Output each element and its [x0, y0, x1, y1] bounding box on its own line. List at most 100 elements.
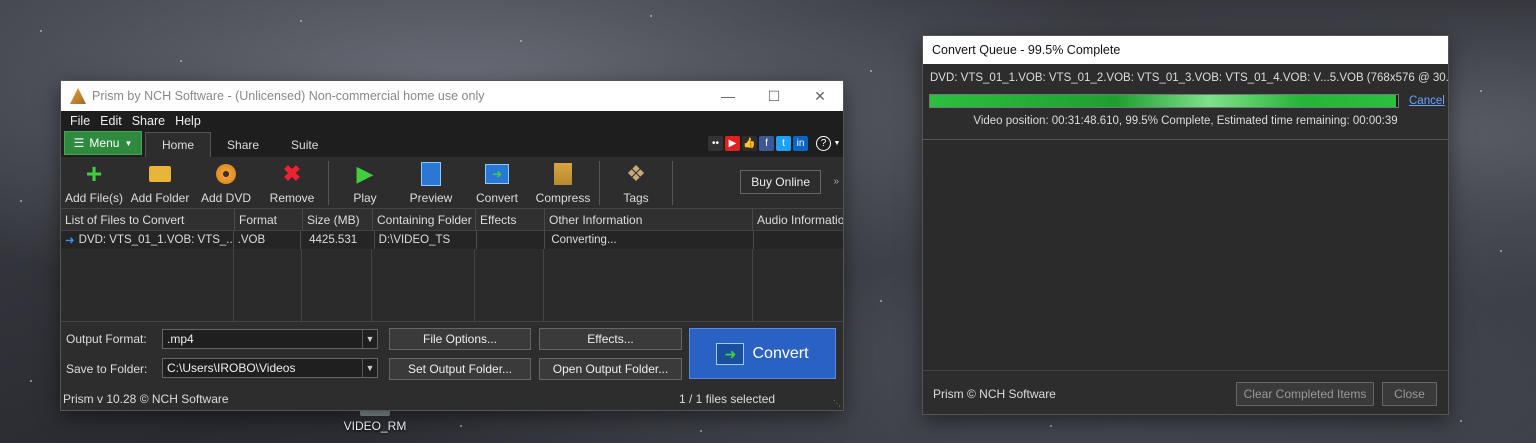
cell-folder: D:\VIDEO_TS — [375, 231, 477, 249]
chevron-down-icon: ▼ — [124, 138, 133, 148]
more-options-icon[interactable]: » — [833, 176, 839, 187]
buy-online-button[interactable]: Buy Online — [740, 170, 821, 194]
output-format-select[interactable]: .mp4 ▼ — [162, 329, 378, 349]
twitter-icon[interactable]: t — [776, 136, 791, 151]
folder-add-icon — [146, 161, 174, 187]
output-format-label: Output Format: — [66, 332, 147, 346]
effects-button[interactable]: Effects... — [539, 328, 682, 350]
convert-icon: ➜ — [716, 342, 745, 365]
convert-button[interactable]: ➜ Convert — [689, 328, 836, 379]
column-header-size[interactable]: Size (MB) — [303, 209, 373, 230]
menu-share[interactable]: Share — [127, 114, 170, 128]
add-files-button[interactable]: + Add File(s) — [61, 158, 127, 205]
flickr-icon[interactable]: •• — [708, 136, 723, 151]
preview-button[interactable]: Preview — [398, 161, 464, 205]
column-lines — [61, 249, 843, 321]
help-dropdown-icon[interactable]: ▼ — [833, 136, 841, 151]
title-bar[interactable]: Prism by NCH Software - (Unlicensed) Non… — [61, 81, 843, 111]
convert-icon: ➜ — [483, 161, 511, 187]
close-button[interactable]: ✕ — [797, 81, 843, 111]
plus-icon: + — [85, 158, 103, 189]
toolbar-separator — [672, 161, 673, 205]
maximize-button[interactable]: ☐ — [751, 81, 797, 111]
output-panel: Output Format: .mp4 ▼ Save to Folder: C:… — [61, 321, 843, 382]
remove-button[interactable]: ✖ Remove — [259, 161, 325, 205]
menu-edit[interactable]: Edit — [95, 114, 127, 128]
table-row[interactable]: ➜ DVD: VTS_01_1.VOB: VTS_... .VOB 4425.5… — [61, 231, 843, 249]
cancel-link[interactable]: Cancel — [1409, 95, 1445, 107]
cell-file: ➜ DVD: VTS_01_1.VOB: VTS_... — [61, 231, 234, 249]
help-icon[interactable]: ? — [816, 136, 831, 151]
compress-icon — [549, 161, 577, 187]
add-folder-button[interactable]: Add Folder — [127, 161, 193, 205]
preview-icon — [417, 161, 445, 187]
remove-icon: ✖ — [282, 161, 302, 186]
cell-format: .VOB — [234, 231, 302, 249]
menu-bar: File Edit Share Help — [61, 111, 843, 131]
chevron-down-icon: ▼ — [362, 330, 377, 348]
set-output-folder-button[interactable]: Set Output Folder... — [389, 358, 531, 380]
tags-button[interactable]: ❖ Tags — [603, 161, 669, 205]
column-header-audio[interactable]: Audio Information — [753, 209, 843, 230]
column-header-effects[interactable]: Effects — [476, 209, 545, 230]
file-list[interactable]: List of Files to Convert Format Size (MB… — [61, 208, 843, 321]
menu-help[interactable]: Help — [170, 114, 206, 128]
window-title: Prism by NCH Software - (Unlicensed) Non… — [92, 89, 485, 103]
arrow-right-icon: ➜ — [65, 235, 75, 247]
save-folder-select[interactable]: C:\Users\IROBO\Videos ▼ — [162, 358, 378, 378]
minimize-button[interactable]: — — [705, 81, 751, 111]
queue-title[interactable]: Convert Queue - 99.5% Complete — [923, 36, 1448, 64]
tab-share[interactable]: Share — [211, 133, 275, 157]
youtube-icon[interactable]: ▶ — [725, 136, 740, 151]
progress-fill — [930, 95, 1396, 107]
hamburger-icon: ☰ — [73, 136, 85, 150]
social-links: •• ▶ 👍 f t in ? ▼ — [708, 136, 841, 151]
column-header-other[interactable]: Other Information — [545, 209, 753, 230]
facebook-icon[interactable]: f — [759, 136, 774, 151]
ribbon-tabs: ☰ Menu ▼ Home Share Suite •• ▶ 👍 f t in … — [61, 131, 843, 157]
add-dvd-button[interactable]: Add DVD — [193, 161, 259, 205]
tag-icon: ❖ — [626, 161, 646, 186]
cell-other: Converting... — [545, 231, 754, 249]
open-output-folder-button[interactable]: Open Output Folder... — [539, 358, 682, 380]
linkedin-icon[interactable]: in — [793, 136, 808, 151]
close-queue-button[interactable]: Close — [1382, 382, 1437, 406]
tab-home[interactable]: Home — [145, 132, 212, 157]
add-files-label: Add File(s) — [64, 191, 123, 205]
add-dvd-label: Add DVD — [200, 191, 252, 205]
file-list-header: List of Files to Convert Format Size (MB… — [61, 209, 843, 231]
play-button[interactable]: ▶ Play — [332, 161, 398, 205]
queue-footer: Prism © NCH Software — [933, 387, 1056, 401]
cell-audio — [754, 231, 843, 249]
add-folder-label: Add Folder — [130, 191, 190, 205]
prism-window: Prism by NCH Software - (Unlicensed) Non… — [61, 81, 843, 410]
resize-grip-icon[interactable]: ⋱ — [833, 399, 841, 408]
desktop-icon-label: VIDEO_RM — [343, 419, 407, 433]
thumbs-up-icon[interactable]: 👍 — [742, 136, 757, 151]
queue-list[interactable] — [923, 139, 1448, 371]
play-icon: ▶ — [356, 161, 374, 186]
menu-file[interactable]: File — [65, 114, 95, 128]
compress-label: Compress — [535, 191, 591, 205]
play-label: Play — [353, 191, 377, 205]
convert-queue-dialog: Convert Queue - 99.5% Complete DVD: VTS_… — [923, 36, 1448, 414]
convert-toolbar-label: Convert — [475, 191, 519, 205]
cell-size: 4425.531 — [301, 231, 375, 249]
column-header-folder[interactable]: Containing Folder — [373, 209, 476, 230]
tags-label: Tags — [623, 191, 649, 205]
file-options-button[interactable]: File Options... — [389, 328, 531, 350]
clear-completed-button[interactable]: Clear Completed Items — [1236, 382, 1374, 406]
queue-job-info: DVD: VTS_01_1.VOB: VTS_01_2.VOB: VTS_01_… — [930, 72, 1448, 84]
convert-toolbar-button[interactable]: ➜ Convert — [464, 161, 530, 205]
chevron-down-icon: ▼ — [362, 359, 377, 377]
column-header-format[interactable]: Format — [235, 209, 303, 230]
status-bar: Prism v 10.28 © NCH Software 1 / 1 files… — [61, 388, 843, 410]
prism-app-icon — [70, 88, 86, 104]
toolbar-separator — [328, 161, 329, 205]
menu-button[interactable]: ☰ Menu ▼ — [64, 131, 142, 155]
save-folder-label: Save to Folder: — [66, 362, 148, 376]
preview-label: Preview — [409, 191, 453, 205]
column-header-file[interactable]: List of Files to Convert — [61, 209, 235, 230]
compress-button[interactable]: Compress — [530, 161, 596, 205]
tab-suite[interactable]: Suite — [275, 133, 334, 157]
